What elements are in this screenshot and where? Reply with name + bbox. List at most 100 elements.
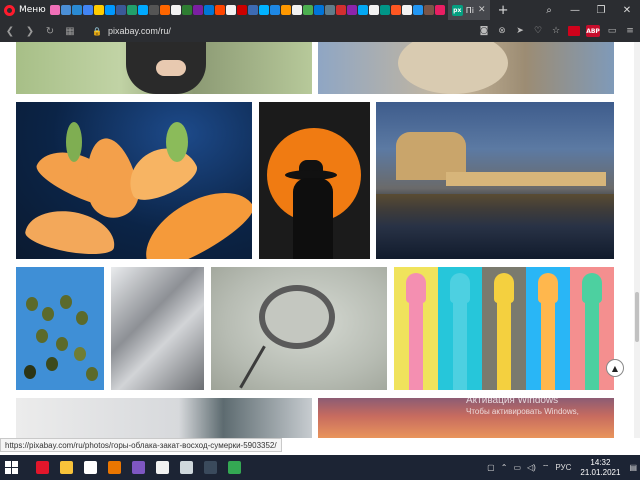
tab-favicon-30[interactable] <box>379 5 390 15</box>
photo-snowy-trees[interactable] <box>16 398 312 438</box>
opera-menu-button[interactable]: Меню <box>0 0 50 20</box>
taskbar-calculator-app[interactable] <box>198 455 222 480</box>
clock[interactable]: 14:32 21.01.2021 <box>580 458 620 478</box>
tab-favicon-7[interactable] <box>126 5 137 15</box>
tab-favicon-12[interactable] <box>181 5 192 15</box>
photo-orange-lily[interactable] <box>16 102 252 259</box>
network-icon[interactable]: ▢ <box>487 463 495 472</box>
photo-owl[interactable] <box>318 42 614 94</box>
adblock-icon[interactable]: ABP <box>586 25 600 37</box>
tab-favicon-18[interactable] <box>247 5 258 15</box>
photo-colorful-guitars[interactable] <box>394 267 614 390</box>
documents-app-icon <box>155 461 169 474</box>
tab-active-pixabay[interactable]: px Пі ✕ <box>447 0 490 20</box>
photo-ice-abstract[interactable] <box>111 267 204 390</box>
minimize-icon[interactable]: — <box>562 5 588 16</box>
tab-title: Пі <box>465 5 475 15</box>
window-app-icon <box>179 461 193 474</box>
url-field[interactable]: 🔒 pixabay.com/ru/ <box>92 26 171 36</box>
taskbar-visual-studio-app[interactable] <box>126 455 150 480</box>
tabs-grid-icon[interactable]: ▦ <box>60 26 80 37</box>
scrollbar-thumb[interactable] <box>635 292 639 342</box>
clock-time: 14:32 <box>590 457 611 467</box>
tab-favicon-2[interactable] <box>71 5 82 15</box>
tab-favicon-9[interactable] <box>148 5 159 15</box>
tab-favicon-21[interactable] <box>280 5 291 15</box>
photo-olives[interactable] <box>16 267 104 390</box>
photo-woman-field[interactable] <box>16 42 312 94</box>
extension-red-icon[interactable] <box>568 26 580 36</box>
status-link-tooltip: https://pixabay.com/ru/photos/горы-облак… <box>0 438 282 452</box>
taskbar-opera[interactable] <box>30 455 54 480</box>
notifications-icon[interactable]: ▤ <box>629 463 637 472</box>
window-controls: ⌕ — ❐ ✕ <box>536 0 640 20</box>
tab-favicon-29[interactable] <box>368 5 379 15</box>
volume-icon[interactable]: ◁) <box>527 463 536 472</box>
photo-castel-sant-angelo[interactable] <box>376 102 614 259</box>
new-tab-button[interactable]: + <box>498 3 509 18</box>
tab-favicon-15[interactable] <box>214 5 225 15</box>
tab-favicon-27[interactable] <box>346 5 357 15</box>
tab-favicon-24[interactable] <box>313 5 324 15</box>
tab-close-icon[interactable]: ✕ <box>478 5 486 15</box>
reload-icon[interactable]: ↻ <box>40 26 60 37</box>
taskbar-documents-app[interactable] <box>150 455 174 480</box>
url-text: pixabay.com/ru/ <box>107 26 171 36</box>
word-app-icon <box>83 461 97 474</box>
tab-favicon-31[interactable] <box>390 5 401 15</box>
tab-favicon-3[interactable] <box>82 5 93 15</box>
tab-favicon-5[interactable] <box>104 5 115 15</box>
tab-favicon-17[interactable] <box>236 5 247 15</box>
page-scrollbar[interactable] <box>634 42 640 438</box>
scroll-to-top-button[interactable]: ▲ <box>606 359 624 377</box>
tab-favicon-10[interactable] <box>159 5 170 15</box>
toolbar-icons: ◙ ⊗ ➤ ♡ ☆ ABP ▭ ≡ <box>478 20 636 42</box>
tab-favicon-32[interactable] <box>401 5 412 15</box>
back-icon[interactable]: ❮ <box>0 26 20 37</box>
tab-favicon-0[interactable] <box>49 5 60 15</box>
tab-favicon-4[interactable] <box>93 5 104 15</box>
taskbar-window-app[interactable] <box>174 455 198 480</box>
heart-icon[interactable]: ♡ <box>532 25 544 37</box>
taskbar-word-app[interactable] <box>78 455 102 480</box>
close-icon[interactable]: ✕ <box>614 5 640 16</box>
tab-favicon-34[interactable] <box>423 5 434 15</box>
photo-woman-hat-sun[interactable] <box>259 102 370 259</box>
windows-start-button[interactable] <box>0 455 22 480</box>
tab-favicon-14[interactable] <box>203 5 214 15</box>
taskbar-chrome-app[interactable] <box>222 455 246 480</box>
tab-favicon-26[interactable] <box>335 5 346 15</box>
taskbar-apps <box>30 455 246 480</box>
tab-favicon-28[interactable] <box>357 5 368 15</box>
taskbar-blender-app[interactable] <box>102 455 126 480</box>
taskbar-file-explorer[interactable] <box>54 455 78 480</box>
tab-favicon-25[interactable] <box>324 5 335 15</box>
tab-favicon-1[interactable] <box>60 5 71 15</box>
wifi-icon[interactable]: ⌔ <box>542 463 550 473</box>
tab-favicon-11[interactable] <box>170 5 181 15</box>
tab-favicon-16[interactable] <box>225 5 236 15</box>
tab-favicon-8[interactable] <box>137 5 148 15</box>
tab-favicon-33[interactable] <box>412 5 423 15</box>
chevron-up-icon[interactable]: ⌃ <box>501 463 508 472</box>
language-indicator[interactable]: РУС <box>555 463 571 472</box>
tab-favicon-23[interactable] <box>302 5 313 15</box>
camera-icon[interactable]: ◙ <box>478 25 490 37</box>
maximize-icon[interactable]: ❐ <box>588 5 614 16</box>
search-tabs-icon[interactable]: ⌕ <box>536 5 562 16</box>
easy-setup-icon[interactable]: ≡ <box>624 25 636 37</box>
tab-favicon-20[interactable] <box>269 5 280 15</box>
bookmark-icon[interactable]: ☆ <box>550 25 562 37</box>
send-icon[interactable]: ➤ <box>514 25 526 37</box>
tab-favicon-19[interactable] <box>258 5 269 15</box>
tab-favicon-35[interactable] <box>434 5 445 15</box>
tab-favicon-6[interactable] <box>115 5 126 15</box>
photo-frosted-seed[interactable] <box>211 267 387 390</box>
display-icon[interactable]: ▭ <box>513 463 521 472</box>
clock-date: 21.01.2021 <box>580 467 621 477</box>
tab-favicon-13[interactable] <box>192 5 203 15</box>
wallet-icon[interactable]: ▭ <box>606 25 618 37</box>
shield-icon[interactable]: ⊗ <box>496 25 508 37</box>
forward-icon[interactable]: ❯ <box>20 26 40 37</box>
tab-favicon-22[interactable] <box>291 5 302 15</box>
